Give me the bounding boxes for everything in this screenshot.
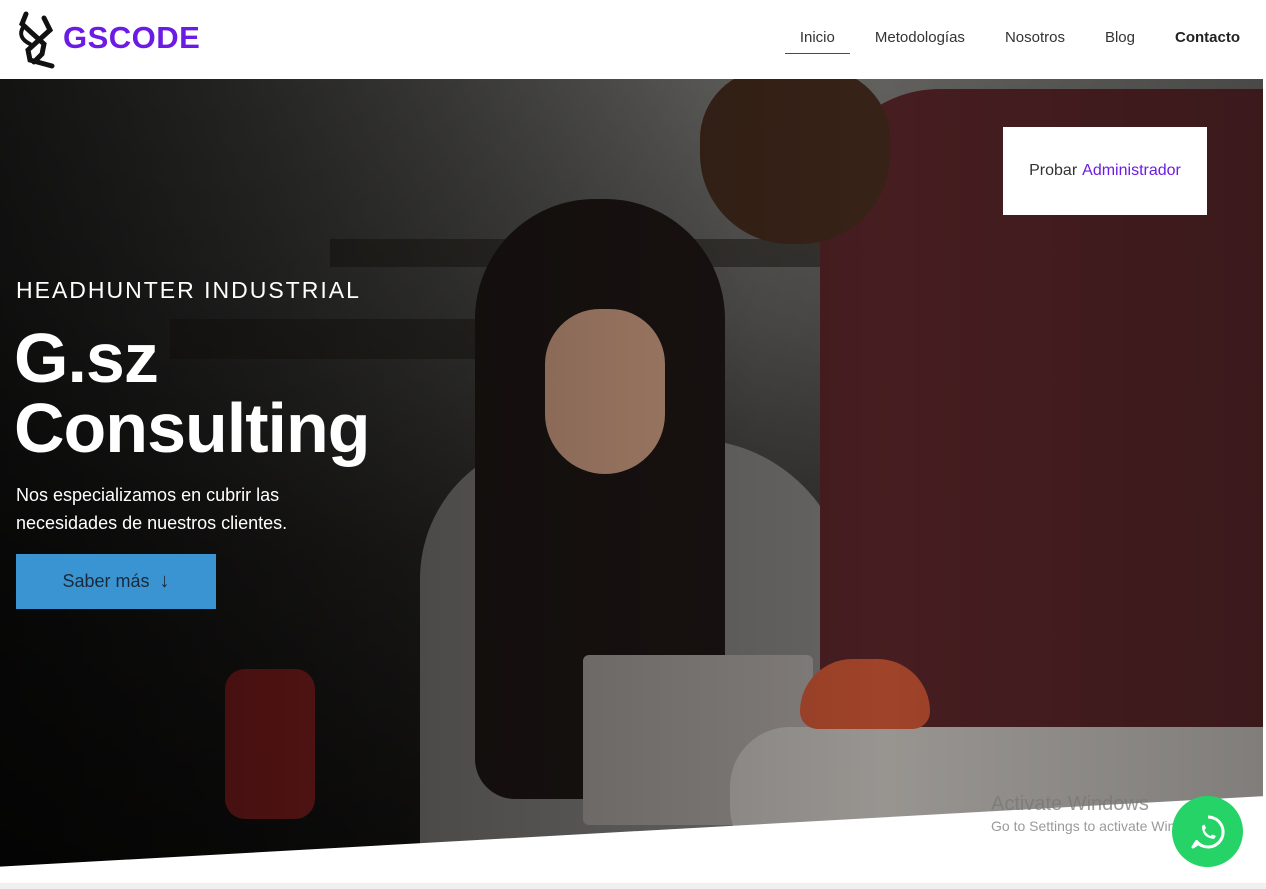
arrow-down-icon: ↓ xyxy=(159,570,170,592)
site-header: GSCODE Inicio Metodologías Nosotros Blog… xyxy=(0,0,1266,79)
try-admin-link[interactable]: Administrador xyxy=(1082,162,1181,180)
hero-title-line-2: Consulting xyxy=(14,389,370,467)
whatsapp-button[interactable] xyxy=(1172,796,1243,867)
hero-title-line-1: G.sz xyxy=(14,319,159,397)
page-bottom-strip xyxy=(0,883,1266,889)
nav-item-nosotros[interactable]: Nosotros xyxy=(1005,27,1065,52)
nav-item-inicio[interactable]: Inicio xyxy=(784,27,850,54)
main-nav: Inicio Metodologías Nosotros Blog Contac… xyxy=(760,27,1240,54)
gscode-logo-icon[interactable] xyxy=(16,10,56,70)
hero-kicker: HEADHUNTER INDUSTRIAL xyxy=(16,277,361,303)
saber-mas-label: Saber más xyxy=(62,571,150,591)
saber-mas-button[interactable]: Saber más ↓ xyxy=(16,554,216,609)
whatsapp-icon xyxy=(1191,814,1225,848)
nav-item-metodologias[interactable]: Metodologías xyxy=(875,27,965,52)
hero-subtitle: Nos especializamos en cubrir las necesid… xyxy=(16,485,288,533)
try-admin-prefix: Probar xyxy=(1029,162,1078,179)
brand-name[interactable]: GSCODE xyxy=(63,20,200,56)
try-admin-box: Probar Administrador xyxy=(1003,127,1207,215)
nav-item-contacto[interactable]: Contacto xyxy=(1175,27,1240,52)
nav-item-blog[interactable]: Blog xyxy=(1105,27,1135,52)
hero-title: G.sz Consulting xyxy=(14,319,370,467)
